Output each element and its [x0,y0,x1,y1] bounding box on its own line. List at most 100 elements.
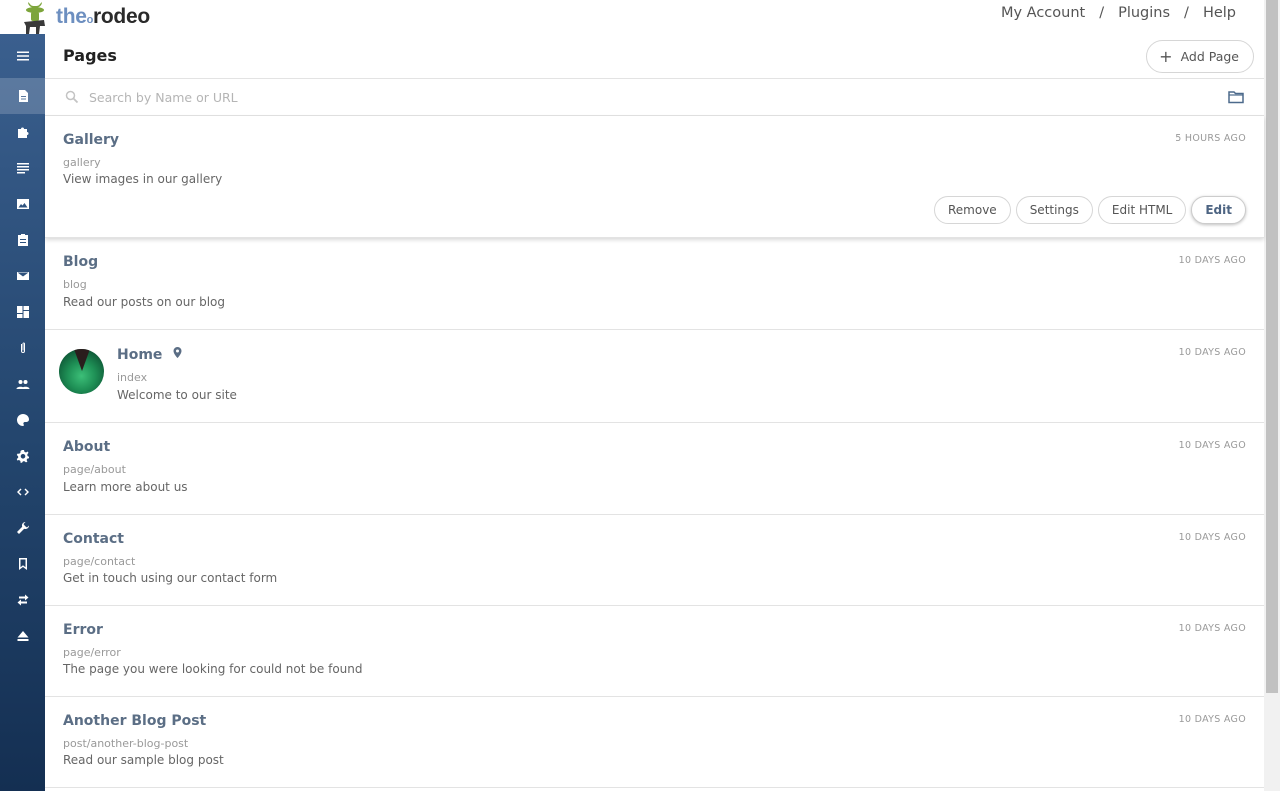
page-description: View images in our gallery [63,172,223,186]
sidebar-item-bookmarks[interactable] [0,546,45,582]
users-icon [16,380,29,389]
page-url: index [117,371,148,384]
list-icon [16,163,29,174]
page-list: Gallery gallery View images in our galle… [45,116,1264,788]
menu-icon [16,51,29,61]
page-actions: Remove Settings Edit HTML Edit [933,196,1246,224]
palette-icon [16,414,29,426]
scrollbar-thumb[interactable] [1266,0,1278,693]
nav-separator: / [1099,5,1105,21]
map-pin-icon [173,347,182,358]
page-name[interactable]: Gallery [63,132,119,148]
search-bar [45,79,1264,116]
page-url: post/another-blog-post [63,737,189,750]
list-item[interactable]: Another Blog Post post/another-blog-post… [45,697,1264,788]
sidebar-item-images[interactable] [0,186,45,222]
remove-button[interactable]: Remove [933,196,1011,224]
top-nav: My Account / Plugins / Help [1001,5,1236,21]
gear-icon [16,450,29,463]
page-name[interactable]: Another Blog Post [63,713,206,729]
page-name[interactable]: Blog [63,254,98,270]
top-bar: theorodeo My Account / Plugins / Help [0,0,1264,34]
sidebar-item-transfer[interactable] [0,582,45,618]
plus-icon: + [1159,46,1173,66]
mail-icon [16,272,29,280]
edit-button[interactable]: Edit [1191,196,1246,224]
page-description: Learn more about us [63,480,188,494]
dashboard-icon [16,306,29,318]
sidebar-item-pages[interactable] [0,78,45,114]
sidebar-item-forms[interactable] [0,222,45,258]
list-item[interactable]: Blog blog Read our posts on our blog 10 … [45,238,1264,330]
settings-button[interactable]: Settings [1015,196,1093,224]
folder-icon[interactable] [1228,90,1244,104]
brand-rodeo: rodeo [93,5,150,28]
sidebar [0,34,45,791]
add-page-label: Add Page [1180,49,1239,64]
page-name[interactable]: Home [117,347,162,363]
page-timestamp: 5 HOURS AGO [1175,133,1246,144]
sidebar-item-themes[interactable] [0,402,45,438]
list-item[interactable]: Error page/error The page you were looki… [45,606,1264,697]
sidebar-item-plugins[interactable] [0,114,45,150]
search-icon [65,90,79,104]
my-account-link[interactable]: My Account [1001,5,1085,21]
wrench-icon [16,521,29,534]
help-link[interactable]: Help [1203,5,1236,21]
vertical-scrollbar[interactable] [1264,0,1280,791]
page-url: page/error [63,646,121,659]
logo[interactable]: theorodeo [18,0,150,34]
main-content: Pages + Add Page Gallery gallery View im… [45,34,1264,791]
sidebar-item-content[interactable] [0,150,45,186]
cowboy-logo-icon [24,2,45,34]
nav-separator: / [1184,5,1189,21]
brand-the: the [56,5,87,28]
page-description: Read our sample blog post [63,753,224,767]
image-icon [16,199,29,209]
page-icon [18,90,28,102]
edit-html-button[interactable]: Edit HTML [1097,196,1187,224]
page-timestamp: 10 DAYS AGO [1178,255,1246,266]
list-item[interactable]: Gallery gallery View images in our galle… [45,116,1264,238]
page-timestamp: 10 DAYS AGO [1178,714,1246,725]
page-timestamp: 10 DAYS AGO [1178,440,1246,451]
sidebar-item-publish[interactable] [0,618,45,654]
page-description: The page you were looking for could not … [63,662,363,676]
page-header: Pages + Add Page [45,34,1264,79]
bookmark-icon [18,558,27,570]
page-thumbnail [59,349,104,394]
page-name[interactable]: Error [63,622,103,638]
code-icon [16,488,29,496]
eject-icon [17,631,28,641]
sidebar-item-tools[interactable] [0,510,45,546]
clipboard-icon [17,234,28,246]
swap-icon [17,594,28,606]
sidebar-item-files[interactable] [0,330,45,366]
page-description: Welcome to our site [117,388,237,402]
paperclip-icon [20,342,25,353]
sidebar-item-code[interactable] [0,474,45,510]
list-item[interactable]: Home index Welcome to our site 10 DAYS A… [45,330,1264,423]
sidebar-item-mail[interactable] [0,258,45,294]
sidebar-item-settings[interactable] [0,438,45,474]
list-item[interactable]: Contact page/contact Get in touch using … [45,515,1264,606]
page-name[interactable]: About [63,439,110,455]
page-description: Get in touch using our contact form [63,571,278,585]
page-title: Pages [63,46,117,65]
sidebar-item-dashboard[interactable] [0,294,45,330]
plugins-link[interactable]: Plugins [1118,5,1170,21]
list-item[interactable]: About page/about Learn more about us 10 … [45,423,1264,515]
search-input[interactable] [89,85,1189,109]
page-timestamp: 10 DAYS AGO [1178,623,1246,634]
page-timestamp: 10 DAYS AGO [1178,532,1246,543]
puzzle-icon [17,127,28,138]
page-name[interactable]: Contact [63,531,124,547]
page-url: blog [63,278,87,291]
add-page-button[interactable]: + Add Page [1146,40,1254,73]
sidebar-item-users[interactable] [0,366,45,402]
page-timestamp: 10 DAYS AGO [1178,347,1246,358]
page-url: gallery [63,156,101,169]
page-url: page/about [63,463,126,476]
page-description: Read our posts on our blog [63,295,226,309]
sidebar-menu-toggle[interactable] [0,34,45,78]
